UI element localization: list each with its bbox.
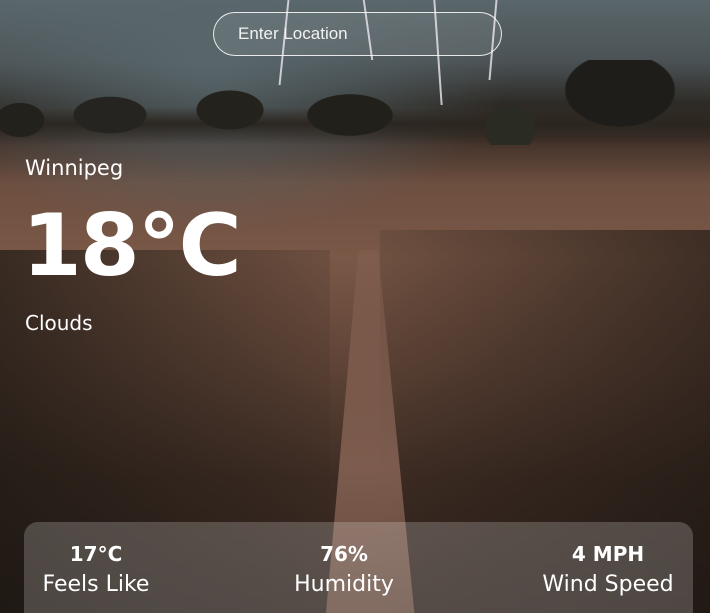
wind-speed-stat: 4 MPH Wind Speed: [530, 540, 686, 602]
feels-like-stat: 17°C Feels Like: [24, 540, 168, 602]
treeline: [0, 60, 710, 145]
humidity-value: 76%: [320, 542, 368, 566]
wind-speed-value: 4 MPH: [571, 542, 645, 566]
current-temperature: 18°C: [22, 196, 242, 296]
wind-speed-label: Wind Speed: [542, 572, 674, 597]
location-search-input[interactable]: [213, 12, 502, 56]
weather-condition: Clouds: [25, 311, 93, 335]
humidity-stat: 76% Humidity: [272, 540, 416, 602]
humidity-label: Humidity: [294, 572, 394, 597]
weather-details-panel: 17°C Feels Like 76% Humidity 4 MPH Wind …: [24, 522, 693, 613]
feels-like-value: 17°C: [69, 542, 123, 566]
city-name: Winnipeg: [25, 156, 124, 180]
feels-like-label: Feels Like: [42, 572, 150, 597]
